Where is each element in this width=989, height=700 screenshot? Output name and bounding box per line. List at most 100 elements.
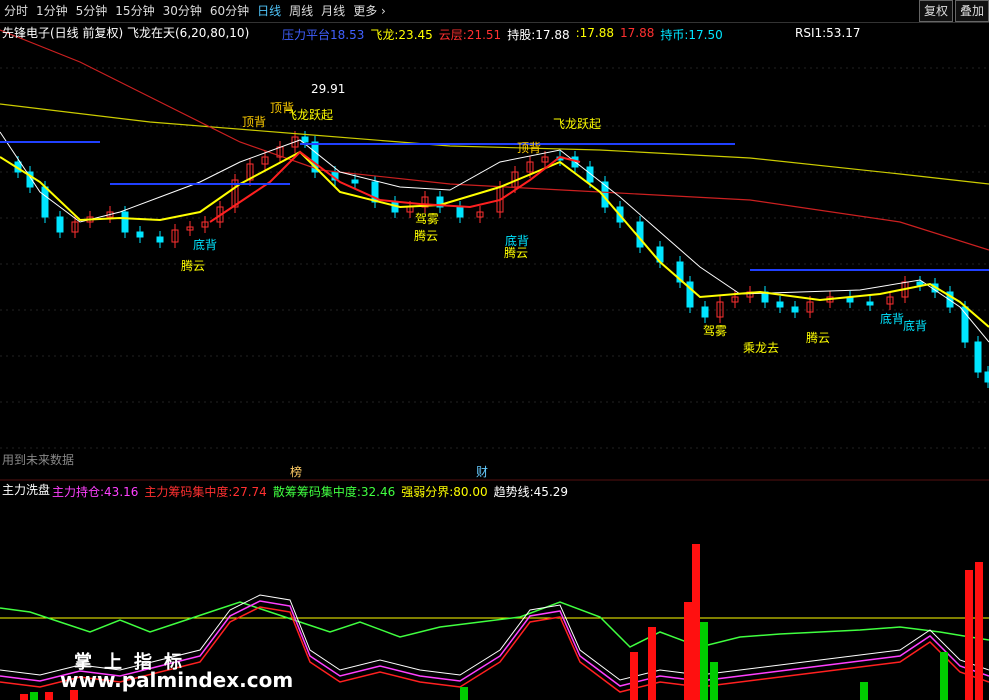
bottom-back-label: 底背 <box>880 312 905 326</box>
kline-chart-area[interactable] <box>0 22 989 700</box>
indicator-item: 压力平台18.53 <box>282 26 364 43</box>
indicator-item-value: 80.00 <box>453 485 488 499</box>
indicator-values: 压力平台18.53 飞龙:23.45 云层:21.51 持股:17.88:17.88 1… <box>282 26 723 43</box>
period-toolbar: 分时 1分钟 5分钟 15分钟 30分钟 60分钟 日线 周线 月线 更多 › 复权 叠加 <box>0 0 989 23</box>
indicator-item-value: 17.88 <box>535 28 570 42</box>
tab-9[interactable]: 更多 › <box>349 0 390 22</box>
indicator-item-label: 压力平台 <box>282 28 331 42</box>
candle-body <box>866 301 874 306</box>
retail-concentration-line <box>0 601 989 648</box>
tab-2[interactable]: 5分钟 <box>72 0 112 22</box>
dragon-fly-label: 飞龙跃起 <box>553 117 602 131</box>
indicator-item: 持币:17.50 <box>660 26 722 43</box>
bang-marker: 榜 <box>290 465 303 479</box>
indicator-item-value: 17.88 <box>620 26 655 40</box>
rsi-readout: RSI1:53.17 <box>795 26 861 40</box>
tab-3[interactable]: 15分钟 <box>111 0 158 22</box>
tab-5[interactable]: 60分钟 <box>206 0 253 22</box>
indicator-item-label: 趋势线: <box>493 485 534 499</box>
cloud-up-label: 腾云 <box>806 331 831 345</box>
lower-indicator-title: 主力洗盘 <box>2 483 51 497</box>
toolbar-right: 复权 叠加 <box>917 0 989 22</box>
retail-volume-bar <box>860 682 868 700</box>
indicator-item-label: 强弱分界: <box>401 485 454 499</box>
rsi-value: 53.17 <box>826 26 861 40</box>
retail-volume-bar <box>30 692 38 700</box>
candle-body <box>351 179 359 184</box>
candle-body <box>984 371 989 383</box>
indicator-item: 主力持仓:43.16 <box>52 483 138 500</box>
watermark-url: www.palmindex.com <box>60 668 294 692</box>
indicator-item: 趋势线:45.29 <box>494 483 568 500</box>
candle-body <box>916 281 924 286</box>
indicator-title: 飞龙在天(6,20,80,10) <box>127 26 250 40</box>
top-back-label: 顶背 <box>242 115 267 129</box>
indicator-item-value: 32.46 <box>360 485 396 499</box>
tab-7[interactable]: 周线 <box>285 0 317 22</box>
chevron-right-icon: › <box>377 4 386 18</box>
main-volume-bar <box>684 602 692 700</box>
peak-price-label: 29.91 <box>311 82 346 96</box>
stock-name-title: 先锋电子(日线 前复权) <box>2 26 124 40</box>
main-volume-bar <box>20 694 28 700</box>
main-volume-bar <box>692 544 700 700</box>
indicator-item: 云层:21.51 <box>439 26 501 43</box>
candle-body <box>974 341 982 373</box>
tab-8[interactable]: 月线 <box>317 0 349 22</box>
candle-body <box>301 136 309 143</box>
candle-body <box>41 186 49 218</box>
cloud-line <box>0 29 989 251</box>
period-tabs: 分时 1分钟 5分钟 15分钟 30分钟 60分钟 日线 周线 月线 更多 › <box>0 0 390 22</box>
candle-body <box>121 211 129 233</box>
dragon-away-label: 乘龙去 <box>743 341 780 355</box>
indicator-item: 散筹筹码集中度:32.46 <box>273 483 395 500</box>
retail-volume-bar <box>710 662 718 700</box>
candle-body <box>136 231 144 238</box>
candle-body <box>636 221 644 248</box>
indicator-item: 主力筹码集中度:27.74 <box>144 483 266 500</box>
candle-body <box>456 206 464 218</box>
indicator-item-value: 18.53 <box>330 28 365 42</box>
candle-body <box>586 166 594 183</box>
retail-volume-bar <box>940 652 948 700</box>
fog-label: 驾雾 <box>703 324 728 338</box>
indicator-item: :17.88 <box>576 26 614 43</box>
candle-body <box>156 236 164 243</box>
retail-volume-bar <box>700 622 708 700</box>
candle-body <box>791 306 799 313</box>
indicator-item-label: 云层: <box>438 28 467 42</box>
indicator-item-value: 45.29 <box>533 485 569 499</box>
retail-volume-bar <box>460 687 468 700</box>
lower-indicator-values: 主力持仓:43.16 主力筹码集中度:27.74 散筹筹码集中度:32.46 强弱分界… <box>52 483 568 500</box>
indicator-item-label: 主力筹码集中度: <box>144 485 233 499</box>
rsi-label: RSI1: <box>795 26 827 40</box>
tab-6[interactable]: 日线 <box>253 0 285 22</box>
future-data-note: 用到未来数据 <box>2 453 75 467</box>
main-volume-bar <box>965 570 973 700</box>
indicator-item: 飞龙:23.45 <box>370 26 432 43</box>
indicator-item: 17.88 <box>620 26 654 43</box>
candle-body <box>701 306 709 318</box>
bottom-back-label: 底背 <box>903 319 928 333</box>
cai-marker: 财 <box>476 465 489 479</box>
indicator-item-label: 飞龙: <box>370 28 399 42</box>
overlay-button[interactable]: 叠加 <box>954 0 989 22</box>
indicator-item-value: 27.74 <box>232 485 267 499</box>
adjust-button[interactable]: 复权 <box>918 0 953 22</box>
cloud-up-label: 腾云 <box>414 229 439 243</box>
tab-0[interactable]: 分时 <box>0 0 32 22</box>
top-back-label: 顶背 <box>517 141 542 155</box>
indicator-item-value: 17.88 <box>579 26 614 40</box>
fog-label: 驾雾 <box>415 212 440 226</box>
cloud-up-label: 腾云 <box>504 246 529 260</box>
dragon-line <box>0 150 989 328</box>
main-volume-bar <box>45 692 53 700</box>
dragon-fly-label: 飞龙跃起 <box>285 108 334 122</box>
indicator-item: 强弱分界:80.00 <box>401 483 487 500</box>
indicator-item-label: 主力持仓: <box>52 485 105 499</box>
tab-4[interactable]: 30分钟 <box>159 0 206 22</box>
indicator-item: 持股:17.88 <box>507 26 569 43</box>
main-volume-bar <box>648 627 656 700</box>
tab-1[interactable]: 1分钟 <box>32 0 72 22</box>
cloud-up-label: 腾云 <box>181 259 206 273</box>
